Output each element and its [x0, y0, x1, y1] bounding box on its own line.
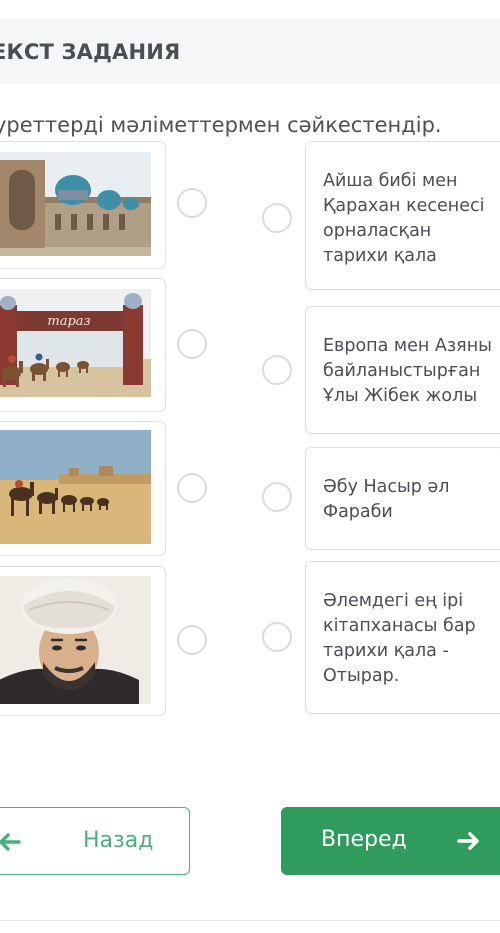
image-card-4[interactable]: [0, 566, 166, 716]
next-button[interactable]: Вперед: [281, 807, 500, 875]
image-card-3[interactable]: [0, 421, 166, 556]
option-text-4: Әлемдегі ең ірі кітапханасы бар тарихи қ…: [323, 591, 476, 686]
option-card-3[interactable]: Әбу Насыр әл Фараби: [305, 447, 500, 550]
image-radio-3[interactable]: [177, 473, 207, 503]
mausoleum-image: [0, 152, 151, 256]
task-title: ЕКСТ ЗАДАНИЯ: [0, 40, 181, 64]
option-card-1[interactable]: Айша бибі мен Қарахан кесенесі орналасқа…: [305, 141, 500, 290]
image-radio-4[interactable]: [177, 625, 207, 655]
portrait-image: [0, 576, 151, 704]
option-text-1: Айша бибі мен Қарахан кесенесі орналасқа…: [323, 171, 485, 266]
arrow-left-icon: [0, 833, 21, 851]
image-radio-2[interactable]: [177, 329, 207, 359]
option-radio-4[interactable]: [262, 622, 292, 652]
back-button[interactable]: Назад: [0, 807, 190, 875]
gate-sign-text: тараз: [47, 314, 90, 329]
option-radio-2[interactable]: [262, 355, 292, 385]
option-radio-3[interactable]: [262, 482, 292, 512]
image-radio-1[interactable]: [177, 188, 207, 218]
next-button-label: Вперед: [321, 827, 407, 852]
option-card-4[interactable]: Әлемдегі ең ірі кітапханасы бар тарихи қ…: [305, 561, 500, 714]
image-card-2[interactable]: тараз: [0, 278, 166, 412]
option-text-3: Әбу Насыр әл Фараби: [323, 477, 450, 522]
option-text-2: Европа мен Азяны байланыстырған Ұлы Жібе…: [323, 336, 492, 406]
caravan-image: [0, 430, 151, 544]
city-gate-image: тараз: [0, 289, 151, 397]
back-button-label: Назад: [83, 828, 154, 853]
task-instruction: уреттерді мәліметтермен сәйкестендір.: [0, 113, 442, 137]
arrow-right-icon: [457, 832, 479, 850]
image-card-1[interactable]: [0, 141, 166, 269]
option-radio-1[interactable]: [262, 203, 292, 233]
option-card-2[interactable]: Европа мен Азяны байланыстырған Ұлы Жібе…: [305, 306, 500, 434]
footer-divider: [0, 920, 500, 921]
